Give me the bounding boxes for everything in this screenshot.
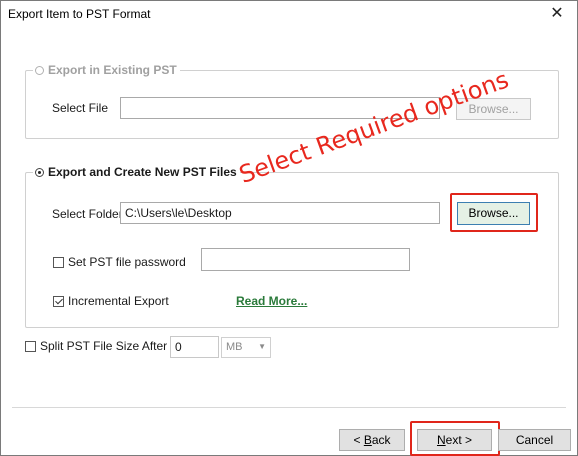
existing-pst-radio[interactable]	[35, 65, 44, 75]
back-key: B	[363, 433, 372, 447]
incremental-export-box[interactable]	[53, 295, 64, 307]
read-more-link[interactable]: Read More...	[236, 294, 307, 308]
select-file-label: Select File	[52, 101, 109, 115]
set-password-checkbox[interactable]: Set PST file password	[53, 255, 186, 269]
cancel-button[interactable]: Cancel	[498, 429, 571, 451]
create-pst-radio[interactable]	[35, 167, 44, 177]
split-size-input[interactable]: 0	[170, 336, 219, 358]
split-unit-value: MB	[226, 341, 243, 353]
next-button[interactable]: Next >	[417, 429, 492, 451]
next-rest: ext >	[445, 433, 473, 447]
existing-pst-label: Export in Existing PST	[48, 63, 177, 77]
split-pst-checkbox[interactable]: Split PST File Size After	[25, 339, 167, 353]
back-lead: <	[353, 433, 364, 447]
split-pst-label: Split PST File Size After	[40, 339, 168, 353]
split-unit-select[interactable]: MB ▼	[221, 337, 271, 358]
create-pst-option[interactable]: Export and Create New PST Files	[33, 165, 240, 179]
existing-pst-option[interactable]: Export in Existing PST	[33, 63, 180, 77]
select-folder-input[interactable]: C:\Users\le\Desktop	[120, 202, 440, 224]
window-title: Export Item to PST Format	[8, 7, 151, 21]
set-password-box[interactable]	[53, 256, 64, 268]
split-pst-box[interactable]	[25, 340, 36, 352]
back-rest: ack	[371, 433, 391, 447]
password-input[interactable]	[201, 248, 410, 271]
footer-separator	[12, 407, 566, 408]
set-password-label: Set PST file password	[68, 255, 186, 269]
create-browse-button[interactable]: Browse...	[457, 202, 530, 225]
dialog-window: Export Item to PST Format ✕ Export in Ex…	[0, 0, 578, 456]
chevron-down-icon: ▼	[258, 342, 266, 351]
close-icon[interactable]: ✕	[537, 1, 577, 29]
incremental-export-label: Incremental Export	[68, 294, 169, 308]
next-key: N	[436, 433, 446, 447]
select-folder-label: Select Folder	[52, 207, 123, 221]
back-button[interactable]: < Back	[339, 429, 405, 451]
create-pst-label: Export and Create New PST Files	[48, 165, 237, 179]
title-bar: Export Item to PST Format ✕	[1, 1, 577, 29]
incremental-export-checkbox[interactable]: Incremental Export	[53, 294, 169, 308]
